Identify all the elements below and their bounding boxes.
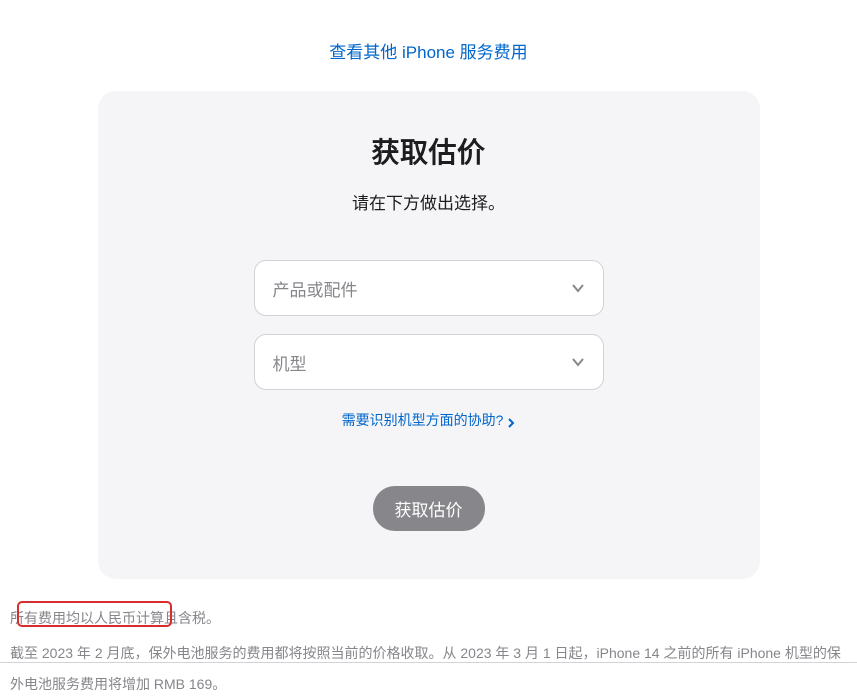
footnote-price-change: 截至 2023 年 2 月底，保外电池服务的费用都将按照当前的价格收取。从 20…	[10, 638, 847, 699]
help-link-text: 需要识别机型方面的协助?	[342, 410, 504, 430]
model-select[interactable]: 机型	[254, 334, 604, 390]
footnote-currency: 所有费用均以人民币计算且含税。	[10, 603, 847, 634]
chevron-down-icon	[571, 355, 585, 369]
card-subtitle: 请在下方做出选择。	[148, 189, 710, 214]
product-select[interactable]: 产品或配件	[254, 260, 604, 316]
card-title: 获取估价	[148, 131, 710, 171]
estimate-card: 获取估价 请在下方做出选择。 产品或配件 机型 需要识别机型方面的协助? 获取估…	[98, 91, 760, 579]
selects-container: 产品或配件 机型	[254, 260, 604, 390]
model-select-placeholder: 机型	[273, 350, 307, 375]
submit-wrap: 获取估价	[148, 486, 710, 531]
footnotes: 所有费用均以人民币计算且含税。 截至 2023 年 2 月底，保外电池服务的费用…	[0, 579, 857, 699]
chevron-down-icon	[571, 281, 585, 295]
chevron-right-icon	[507, 415, 515, 425]
product-select-placeholder: 产品或配件	[273, 276, 358, 301]
other-service-fees-link[interactable]: 查看其他 iPhone 服务费用	[0, 0, 857, 91]
get-estimate-button[interactable]: 获取估价	[373, 486, 485, 531]
identify-model-help-link[interactable]: 需要识别机型方面的协助?	[148, 410, 710, 430]
